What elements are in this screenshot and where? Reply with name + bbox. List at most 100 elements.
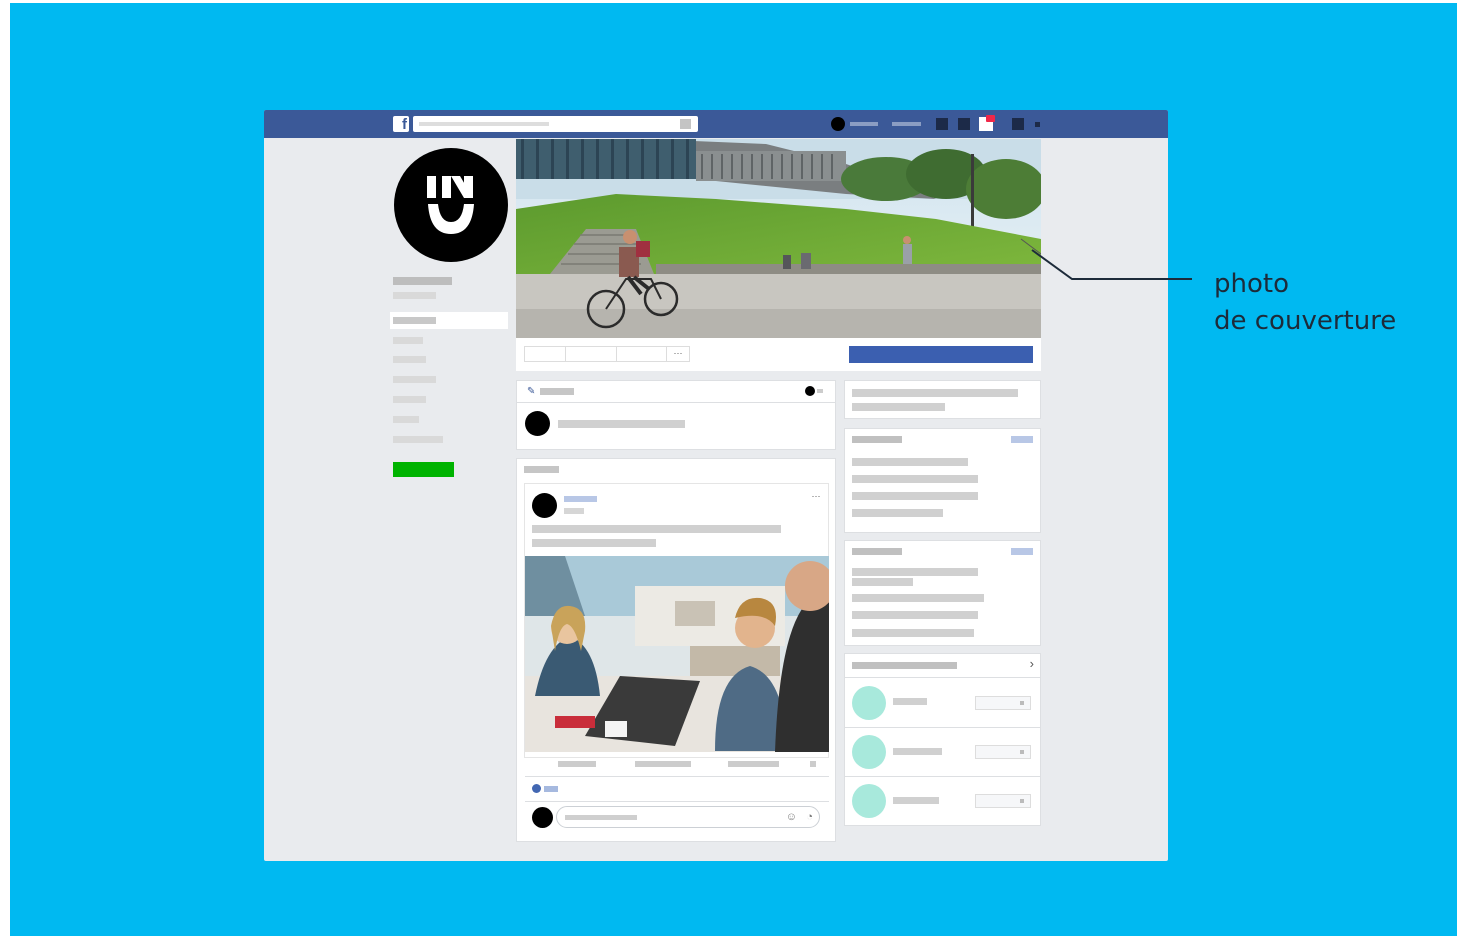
post-author-name[interactable] bbox=[564, 496, 597, 502]
call-to-action-button[interactable] bbox=[849, 346, 1033, 363]
sidebar-item-community[interactable] bbox=[393, 376, 436, 383]
community-line-3 bbox=[852, 492, 978, 500]
suggestion-avatar[interactable] bbox=[852, 784, 886, 818]
composer-avatar-icon bbox=[525, 411, 550, 436]
community-card bbox=[844, 428, 1041, 533]
suggested-heading bbox=[852, 662, 957, 669]
post-image[interactable] bbox=[525, 556, 829, 752]
community-line-2 bbox=[852, 475, 978, 483]
facebook-logo-icon[interactable]: f bbox=[393, 116, 409, 133]
profile-avatar-icon[interactable] bbox=[831, 117, 845, 131]
likes-count[interactable] bbox=[544, 786, 558, 792]
suggestion-name[interactable] bbox=[893, 748, 942, 755]
suggestion-like-button[interactable] bbox=[975, 745, 1031, 759]
comment-action-button[interactable] bbox=[635, 761, 691, 767]
composer-input[interactable] bbox=[558, 420, 685, 428]
suggestion-name[interactable] bbox=[893, 797, 939, 804]
sidebar-item-home[interactable] bbox=[393, 317, 436, 324]
notification-badge bbox=[986, 115, 995, 122]
community-line-1 bbox=[852, 458, 968, 466]
post-timestamp[interactable] bbox=[564, 508, 584, 514]
annotation-line-2: de couverture bbox=[1214, 306, 1397, 336]
sidebar-item-posts[interactable] bbox=[393, 416, 419, 423]
community-heading bbox=[852, 436, 902, 443]
more-options-button[interactable]: ··· bbox=[666, 346, 690, 362]
suggested-pages-card: › bbox=[844, 653, 1041, 826]
divider bbox=[845, 677, 1040, 678]
callout-pointer-line bbox=[1031, 249, 1192, 280]
tab-follow[interactable] bbox=[565, 346, 617, 362]
community-see-all-link[interactable] bbox=[1011, 436, 1033, 443]
cover-photo-annotation: photo de couverture bbox=[1214, 266, 1444, 340]
search-input[interactable] bbox=[413, 116, 698, 132]
create-post-label[interactable] bbox=[540, 388, 574, 395]
emoji-icon[interactable]: ☺ bbox=[786, 811, 797, 823]
post-text-line-1 bbox=[532, 525, 781, 533]
sticker-icon[interactable]: ◔ bbox=[806, 811, 813, 823]
page-username bbox=[393, 292, 436, 299]
post-options-button[interactable]: ··· bbox=[808, 490, 824, 502]
top-navigation-bar: f bbox=[264, 110, 1168, 138]
post-composer: ✎ bbox=[516, 380, 836, 450]
comment-input[interactable]: ☺ ◔ bbox=[556, 806, 820, 828]
about-line-2 bbox=[852, 578, 913, 586]
menu-icon[interactable] bbox=[1035, 122, 1040, 127]
about-line-3 bbox=[852, 594, 984, 602]
post-text-line-2 bbox=[532, 539, 656, 547]
dropdown-icon[interactable] bbox=[817, 389, 823, 393]
page-info-line-2 bbox=[852, 403, 945, 411]
chevron-right-icon[interactable]: › bbox=[1030, 656, 1034, 671]
about-line-5 bbox=[852, 629, 974, 637]
profile-picture[interactable] bbox=[394, 148, 508, 262]
sidebar-item-events[interactable] bbox=[393, 396, 426, 403]
cover-photo[interactable] bbox=[516, 139, 1041, 338]
page-name bbox=[393, 277, 452, 285]
sidebar-item-videos[interactable] bbox=[393, 436, 443, 443]
logo-icon bbox=[427, 176, 474, 234]
facebook-page-window: f ··· ✎ ··· ☺ ◔ › bbox=[264, 110, 1168, 861]
messages-icon[interactable] bbox=[958, 118, 970, 130]
post-reaction-options-icon[interactable] bbox=[810, 761, 816, 767]
cover-photo-image bbox=[516, 139, 1041, 338]
about-heading bbox=[852, 548, 902, 555]
divider bbox=[517, 402, 835, 403]
profile-link[interactable] bbox=[850, 122, 878, 126]
page-info-line-1 bbox=[852, 389, 1018, 397]
divider bbox=[845, 776, 1040, 777]
friends-icon[interactable] bbox=[936, 118, 948, 130]
sidebar-item-about[interactable] bbox=[393, 337, 423, 344]
posts-section: ··· ☺ ◔ bbox=[516, 458, 836, 842]
pencil-icon: ✎ bbox=[527, 386, 536, 397]
page-info-card bbox=[844, 380, 1041, 419]
divider bbox=[845, 727, 1040, 728]
suggestion-like-button[interactable] bbox=[975, 794, 1031, 808]
about-line-1 bbox=[852, 568, 978, 576]
commenter-avatar-icon bbox=[532, 807, 553, 828]
thumbs-up-icon bbox=[532, 784, 541, 793]
divider bbox=[525, 801, 829, 802]
search-icon[interactable] bbox=[680, 119, 691, 129]
home-link[interactable] bbox=[892, 122, 921, 126]
post-author-avatar-icon[interactable] bbox=[532, 493, 557, 518]
page-avatar-icon bbox=[805, 386, 815, 396]
help-icon[interactable] bbox=[1012, 118, 1024, 130]
suggestion-name[interactable] bbox=[893, 698, 927, 705]
search-placeholder bbox=[419, 122, 549, 126]
suggestion-like-button[interactable] bbox=[975, 696, 1031, 710]
about-line-4 bbox=[852, 611, 978, 619]
divider bbox=[525, 776, 829, 777]
posts-heading bbox=[524, 466, 559, 473]
about-see-all-link[interactable] bbox=[1011, 548, 1033, 555]
cover-action-bar: ··· bbox=[516, 338, 1041, 371]
community-line-4 bbox=[852, 509, 943, 517]
suggestion-avatar[interactable] bbox=[852, 686, 886, 720]
share-action-button[interactable] bbox=[728, 761, 779, 767]
sidebar-item-photos[interactable] bbox=[393, 356, 426, 363]
tab-share[interactable] bbox=[616, 346, 667, 362]
annotation-line-1: photo bbox=[1214, 269, 1289, 299]
suggestion-avatar[interactable] bbox=[852, 735, 886, 769]
promote-button[interactable] bbox=[393, 462, 454, 477]
like-action-button[interactable] bbox=[558, 761, 596, 767]
post-photo bbox=[525, 556, 829, 752]
tab-like[interactable] bbox=[524, 346, 566, 362]
